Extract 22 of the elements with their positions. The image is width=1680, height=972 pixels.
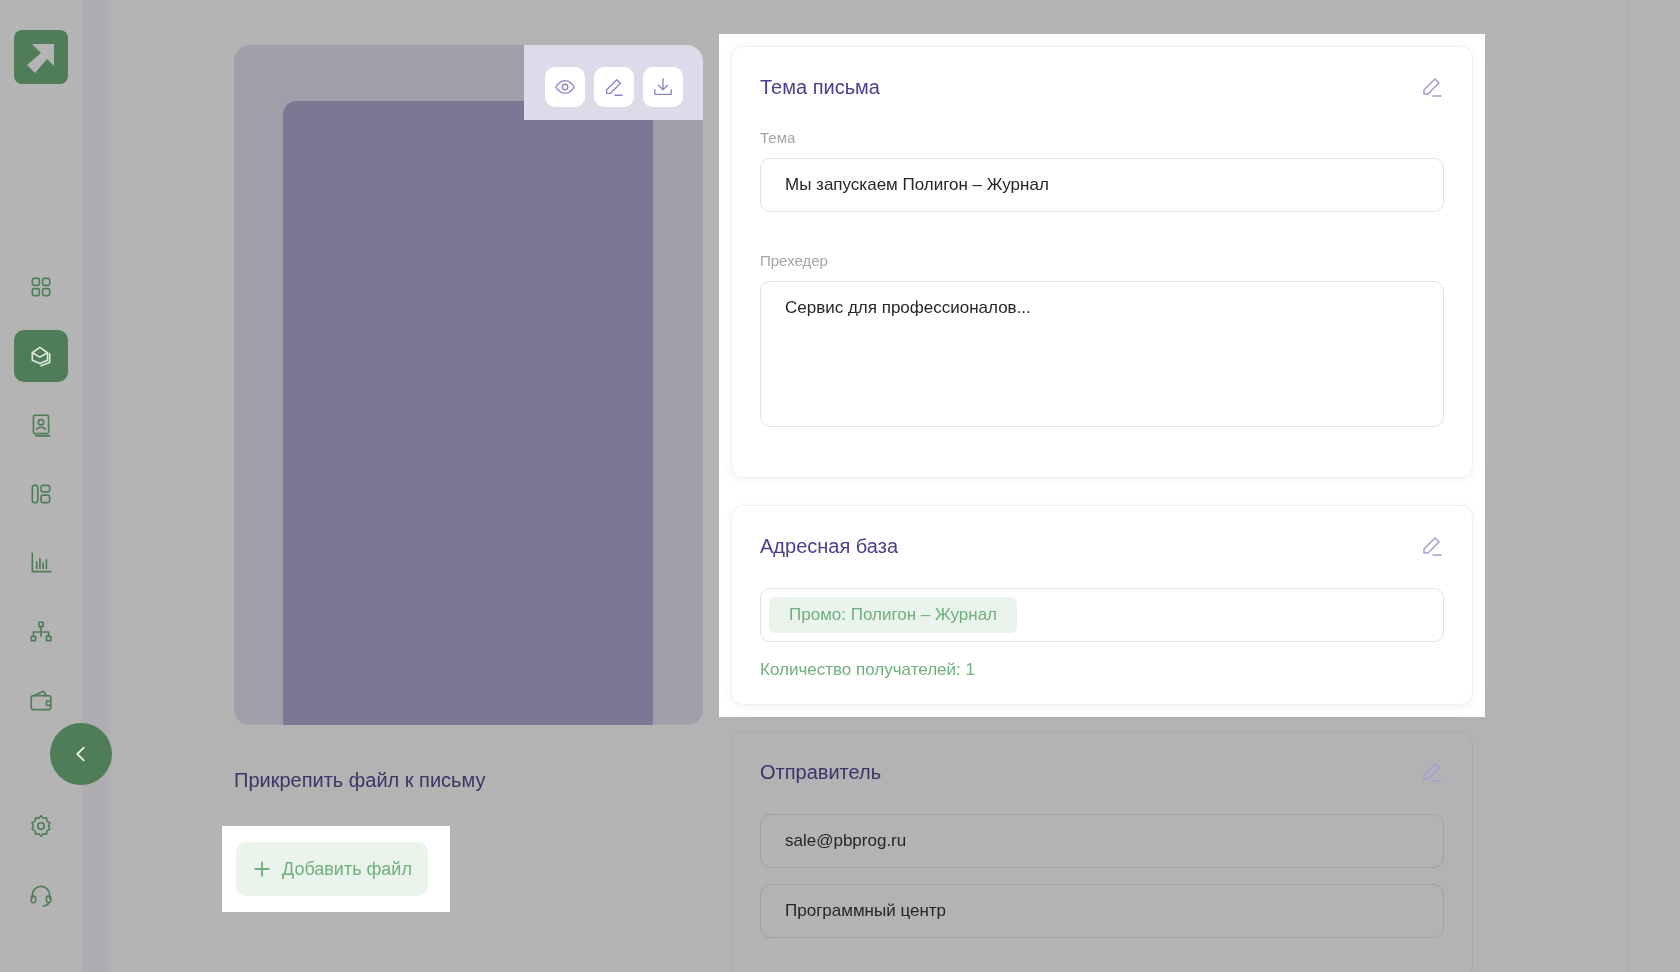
section-title: Прикрепить файл к письму bbox=[234, 769, 487, 792]
pencil-icon bbox=[603, 76, 625, 98]
toolbar-button[interactable] bbox=[594, 67, 634, 107]
card-title: Адресная база bbox=[760, 534, 898, 558]
toolbar-button[interactable] bbox=[545, 67, 585, 107]
input-field[interactable]: Мы запускаем Полигон – Журнал bbox=[760, 158, 1444, 212]
card-title: Тема письма bbox=[760, 75, 880, 99]
plus-icon bbox=[252, 859, 272, 879]
text-area[interactable]: Сервис для профессионалов... bbox=[760, 281, 1444, 427]
pencil-icon[interactable] bbox=[1420, 534, 1444, 558]
nav-item[interactable] bbox=[13, 330, 68, 382]
field-label: Прехедер bbox=[760, 252, 829, 269]
pencil-icon[interactable] bbox=[1420, 760, 1444, 784]
field-label: Тема bbox=[760, 129, 797, 146]
input-field[interactable]: Программный центр bbox=[760, 884, 1444, 938]
toolbar-button[interactable] bbox=[643, 67, 683, 107]
logo-icon bbox=[13, 30, 68, 84]
download-icon bbox=[652, 76, 674, 98]
input-field[interactable]: sale@pbprog.ru bbox=[760, 814, 1444, 868]
pencil-icon[interactable] bbox=[1420, 75, 1444, 99]
card-title: Отправитель bbox=[760, 760, 882, 784]
recipient-count: Количество получателей: 1 bbox=[760, 660, 976, 680]
